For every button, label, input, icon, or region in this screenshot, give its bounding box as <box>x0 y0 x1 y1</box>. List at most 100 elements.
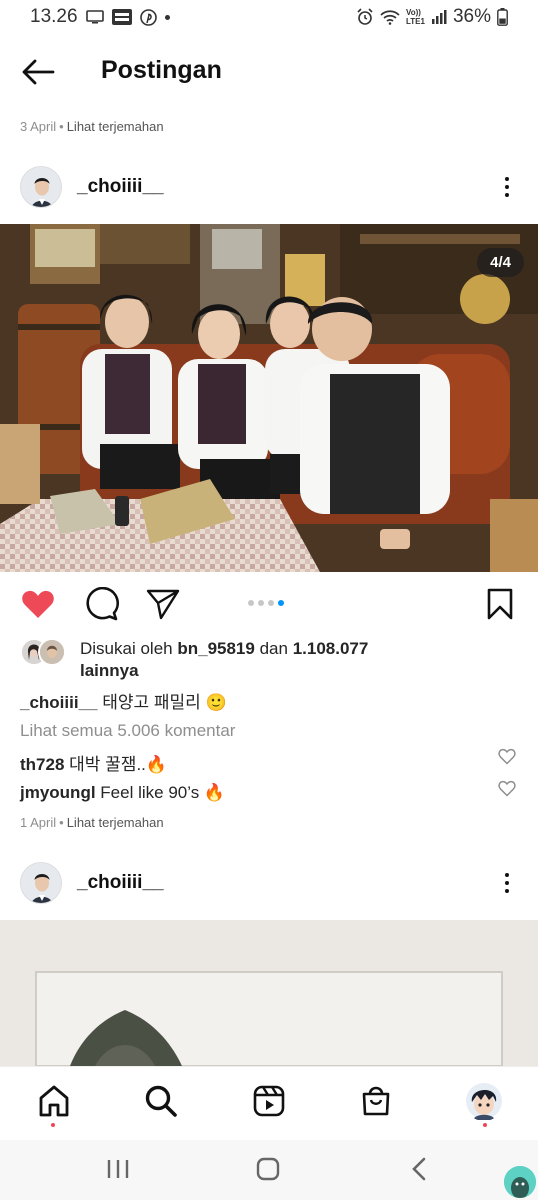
notification-dot-icon <box>164 14 170 20</box>
post-author-username[interactable]: _choiiii__ <box>77 176 164 198</box>
shop-bag-icon <box>362 1086 390 1116</box>
more-dot <box>505 881 509 885</box>
post-action-bar <box>0 582 538 626</box>
avatar-image <box>21 167 61 207</box>
comment-item: th728 대박 꿀잼..🔥 <box>20 750 490 775</box>
more-dot <box>505 889 509 893</box>
comment-text: 대박 꿀잼..🔥 <box>69 755 168 774</box>
post-caption: _choiiii__ 태양고 패밀리 🙂 <box>20 688 227 713</box>
caption-text: 태양고 패밀리 🙂 <box>102 693 227 712</box>
post-header: _choiiii__ <box>0 159 538 219</box>
next-post-author-avatar[interactable] <box>20 862 62 904</box>
next-post-header: _choiiii__ <box>0 855 538 915</box>
image-counter: 4/4 <box>477 248 524 277</box>
network-label: LTE1 <box>406 17 425 26</box>
carousel-dot <box>248 600 254 606</box>
likes-and: dan <box>259 639 288 658</box>
signal-icon <box>431 10 447 24</box>
top-app-bar: Postingan <box>0 44 538 100</box>
page-title: Postingan <box>101 56 222 84</box>
more-dot <box>505 177 509 181</box>
previous-post-translate-link[interactable]: Lihat terjemahan <box>67 119 164 134</box>
comment-button[interactable] <box>84 586 120 622</box>
webtoon-icon <box>111 9 132 25</box>
home-square-icon <box>256 1157 280 1181</box>
likes-text: Disukai oleh bn_95819 dan 1.108.077 lain… <box>80 638 480 682</box>
nav-shop[interactable] <box>356 1081 396 1121</box>
back-button[interactable] <box>20 56 56 88</box>
more-dot <box>505 193 509 197</box>
wifi-icon <box>380 9 400 25</box>
nav-profile[interactable] <box>464 1081 504 1121</box>
profile-avatar-icon <box>466 1083 502 1120</box>
status-time: 13.26 <box>30 6 78 27</box>
volte-label: Vo)) <box>406 8 421 17</box>
profile-notification-dot <box>483 1123 487 1127</box>
comment-username[interactable]: th728 <box>20 755 64 774</box>
like-button[interactable] <box>20 586 56 622</box>
search-icon <box>145 1085 177 1117</box>
post-photo-illustration <box>0 224 538 572</box>
more-options-button[interactable] <box>496 171 518 203</box>
comment-like-button[interactable] <box>498 780 516 798</box>
more-dot <box>505 873 509 877</box>
bottom-navigation <box>0 1066 538 1140</box>
nav-search[interactable] <box>141 1081 181 1121</box>
carousel-dot <box>268 600 274 606</box>
heart-outline-icon <box>498 748 516 765</box>
carousel-indicator <box>248 600 284 606</box>
nav-home[interactable] <box>34 1081 74 1121</box>
next-post-author-username[interactable]: _choiiii__ <box>77 872 164 894</box>
likes-suffix[interactable]: lainnya <box>80 661 139 680</box>
comment-icon <box>86 587 119 621</box>
likes-prefix: Disukai oleh <box>80 639 173 658</box>
floating-chat-bubble[interactable] <box>504 1166 536 1198</box>
battery-percent: 36% <box>452 6 491 27</box>
comment-like-button[interactable] <box>498 748 516 766</box>
comment-username[interactable]: jmyoungl <box>20 783 96 802</box>
post-author-avatar[interactable] <box>20 166 62 208</box>
volte-lte-label: Vo)) LTE1 <box>406 8 425 26</box>
next-post-image[interactable] <box>0 920 538 1066</box>
battery-icon <box>497 8 508 26</box>
heart-filled-icon <box>22 590 54 618</box>
comment-text: Feel like 90’s 🔥 <box>100 783 226 802</box>
recent-apps-icon <box>107 1160 129 1178</box>
next-post-more-options-button[interactable] <box>496 867 518 899</box>
status-bar: 13.26 Vo)) LTE1 36% <box>0 0 538 34</box>
reels-icon <box>253 1085 285 1117</box>
caption-username[interactable]: _choiiii__ <box>20 693 97 712</box>
bubble-character-icon <box>504 1166 536 1198</box>
carousel-dot-active <box>278 600 284 606</box>
back-chevron-icon <box>412 1157 426 1181</box>
recent-apps-button[interactable] <box>103 1154 133 1184</box>
view-all-comments-link[interactable]: Lihat semua 5.006 komentar <box>20 721 235 741</box>
share-button[interactable] <box>145 586 181 622</box>
post-meta: 1 April • Lihat terjemahan <box>20 815 164 830</box>
home-system-button[interactable] <box>253 1154 283 1184</box>
home-icon <box>39 1085 69 1117</box>
post-date: 1 April <box>20 815 57 830</box>
system-navigation-bar <box>0 1140 538 1200</box>
comment-item: jmyoungl Feel like 90’s 🔥 <box>20 783 490 803</box>
send-icon <box>146 589 180 620</box>
save-button[interactable] <box>482 586 518 622</box>
alarm-icon <box>356 8 374 26</box>
previous-post-date: 3 April <box>20 119 57 134</box>
post-image[interactable]: 4/4 <box>0 224 538 572</box>
liked-by-username[interactable]: bn_95819 <box>177 639 255 658</box>
back-system-button[interactable] <box>404 1154 434 1184</box>
separator: • <box>59 815 64 830</box>
home-notification-dot <box>51 1123 55 1127</box>
more-dot <box>505 185 509 189</box>
post-translate-link[interactable]: Lihat terjemahan <box>67 815 164 830</box>
heart-outline-icon <box>498 780 516 797</box>
nav-reels[interactable] <box>249 1081 289 1121</box>
carousel-dot <box>258 600 264 606</box>
bookmark-icon <box>487 588 513 620</box>
liker-avatar <box>38 638 66 666</box>
likes-count[interactable]: 1.108.077 <box>293 639 369 658</box>
avatar-image <box>21 863 61 903</box>
back-arrow-icon <box>22 59 55 85</box>
liker-avatars <box>20 638 72 666</box>
